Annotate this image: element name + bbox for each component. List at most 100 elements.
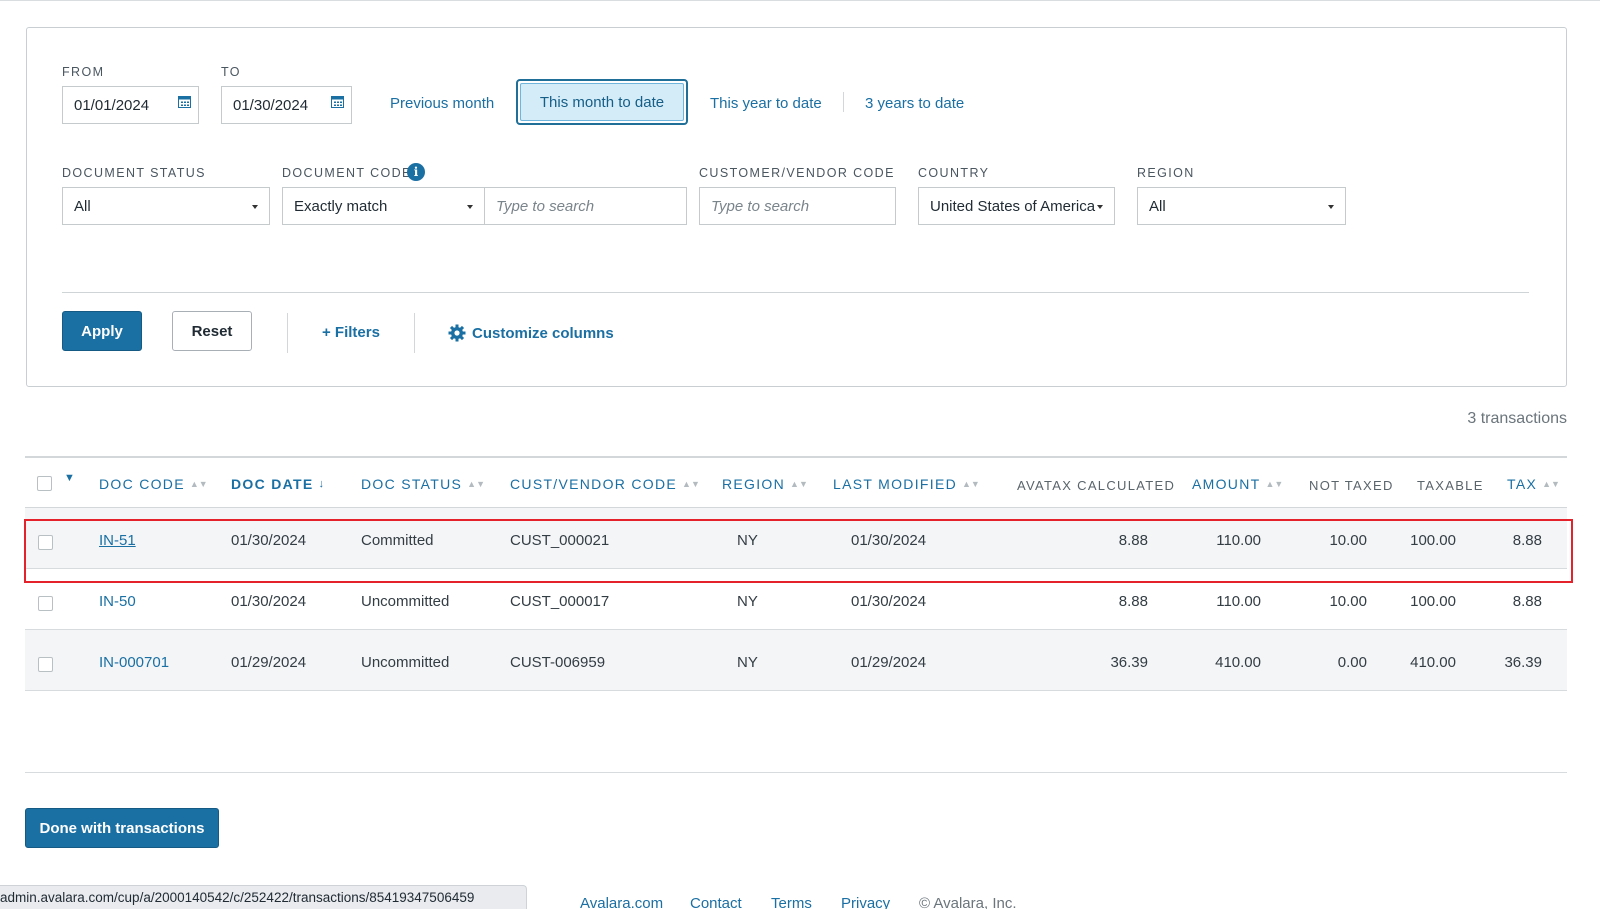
document-code-search-input[interactable] <box>496 197 686 215</box>
table-row[interactable]: IN-000701 01/29/2024 Uncommitted CUST-00… <box>25 630 1567 691</box>
to-label: TO <box>221 65 241 79</box>
sort-icon: ▲▼ <box>962 479 980 489</box>
doc-status-cell: Uncommitted <box>361 593 450 610</box>
footer-link-avalara[interactable]: Avalara.com <box>580 895 663 909</box>
header-doc-date[interactable]: DOC DATE ↓ <box>231 476 324 492</box>
doc-code-link[interactable]: IN-000701 <box>99 654 169 671</box>
country-label: COUNTRY <box>918 166 990 180</box>
footer-copyright: © Avalara, Inc. <box>919 895 1017 909</box>
table-row[interactable]: IN-50 01/30/2024 Uncommitted CUST_000017… <box>25 569 1567 630</box>
last-modified-cell: 01/30/2024 <box>851 532 927 549</box>
sort-icon: ▲▼ <box>189 479 208 489</box>
avatax-cell: 8.88 <box>1118 593 1148 610</box>
quick-range-this-month-label: This month to date <box>520 83 684 121</box>
transactions-table: ▼ DOC CODE ▲▼ DOC DATE ↓ DOC STATUS ▲▼ CUST… <box>25 456 1567 691</box>
doc-status-cell: Committed <box>361 532 434 549</box>
customize-columns-button[interactable]: Customize columns <box>448 324 614 342</box>
amount-cell: 410.00 <box>1215 654 1261 671</box>
avatax-cell: 36.39 <box>1110 654 1148 671</box>
filter-divider <box>62 292 1529 293</box>
quick-range-previous-month[interactable]: Previous month <box>390 95 494 112</box>
bottom-divider <box>25 772 1567 773</box>
gear-icon <box>448 324 466 342</box>
sort-icon: ▲▼ <box>467 479 485 489</box>
amount-cell: 110.00 <box>1216 532 1261 549</box>
footer-link-contact[interactable]: Contact <box>690 895 742 909</box>
customer-vendor-search-input[interactable] <box>711 197 895 215</box>
from-label: FROM <box>62 65 105 79</box>
quick-range-this-month[interactable]: This month to date <box>516 79 688 125</box>
header-cust-vendor[interactable]: CUST/VENDOR CODE ▲▼ <box>510 476 700 492</box>
row-checkbox[interactable] <box>38 657 53 672</box>
avatax-cell: 8.88 <box>1118 532 1148 549</box>
to-date-value: 01/30/2024 <box>233 96 309 114</box>
add-filters-label: + Filters <box>322 324 380 341</box>
row-checkbox[interactable] <box>38 596 53 611</box>
document-code-match-select[interactable]: Exactly match <box>282 187 485 225</box>
action-divider <box>287 313 288 353</box>
region-label: REGION <box>1137 166 1195 180</box>
region-cell: NY <box>737 532 758 549</box>
taxable-cell: 100.00 <box>1410 532 1456 549</box>
region-select[interactable]: All <box>1137 187 1346 225</box>
sort-icon: ▲▼ <box>790 479 808 489</box>
customize-columns-label: Customize columns <box>472 324 614 342</box>
chevron-down-icon[interactable]: ▼ <box>64 472 75 484</box>
doc-date-cell: 01/30/2024 <box>231 593 307 610</box>
header-doc-status[interactable]: DOC STATUS ▲▼ <box>361 476 485 492</box>
tax-cell: 36.39 <box>1504 654 1542 671</box>
cust-vendor-cell: CUST_000017 <box>510 593 610 610</box>
document-status-select[interactable]: All <box>62 187 270 225</box>
doc-code-link[interactable]: IN-51 <box>99 532 136 549</box>
sort-descending-icon: ↓ <box>318 478 324 490</box>
reset-button[interactable]: Reset <box>172 311 252 351</box>
doc-date-cell: 01/30/2024 <box>231 532 307 549</box>
chevron-down-icon <box>1328 205 1334 209</box>
header-doc-code-label: DOC CODE <box>99 476 185 492</box>
doc-code-link[interactable]: IN-50 <box>99 593 136 610</box>
region-value: All <box>1149 197 1166 215</box>
to-date-field[interactable]: 01/30/2024 <box>221 86 352 124</box>
header-last-modified[interactable]: LAST MODIFIED ▲▼ <box>833 476 980 492</box>
apply-button[interactable]: Apply <box>62 311 142 351</box>
header-not-taxed: NOT TAXED <box>1309 478 1394 493</box>
table-row[interactable]: IN-51 01/30/2024 Committed CUST_000021 N… <box>25 508 1567 569</box>
info-icon[interactable]: i <box>407 163 425 181</box>
header-taxable: TAXABLE <box>1417 478 1484 493</box>
calendar-icon[interactable] <box>178 95 191 108</box>
last-modified-cell: 01/29/2024 <box>851 654 927 671</box>
taxable-cell: 410.00 <box>1410 654 1456 671</box>
done-with-transactions-button[interactable]: Done with transactions <box>25 808 219 848</box>
header-region[interactable]: REGION ▲▼ <box>722 476 808 492</box>
footer-link-privacy[interactable]: Privacy <box>841 895 890 909</box>
select-all-checkbox[interactable] <box>37 476 52 491</box>
calendar-icon[interactable] <box>331 95 344 108</box>
footer-link-terms[interactable]: Terms <box>771 895 812 909</box>
table-header: ▼ DOC CODE ▲▼ DOC DATE ↓ DOC STATUS ▲▼ CUST… <box>25 456 1567 508</box>
tax-cell: 8.88 <box>1512 532 1542 549</box>
amount-cell: 110.00 <box>1216 593 1261 610</box>
row-checkbox[interactable] <box>38 535 53 550</box>
document-code-label: DOCUMENT CODE <box>282 166 412 180</box>
quick-range-this-year[interactable]: This year to date <box>710 95 822 112</box>
from-date-field[interactable]: 01/01/2024 <box>62 86 199 124</box>
quick-range-3-years[interactable]: 3 years to date <box>865 95 964 112</box>
customer-vendor-search-field[interactable] <box>699 187 896 225</box>
cust-vendor-cell: CUST_000021 <box>510 532 610 549</box>
sort-icon: ▲▼ <box>1265 479 1284 489</box>
taxable-cell: 100.00 <box>1410 593 1456 610</box>
not-taxed-cell: 0.00 <box>1337 654 1367 671</box>
transaction-count: 3 transactions <box>1467 410 1567 427</box>
sort-icon: ▲▼ <box>1542 479 1560 489</box>
header-doc-date-label: DOC DATE <box>231 476 314 492</box>
header-tax-label: TAX <box>1507 476 1538 492</box>
add-filters-button[interactable]: + Filters <box>322 324 380 341</box>
not-taxed-cell: 10.00 <box>1329 593 1367 610</box>
header-tax[interactable]: TAX ▲▼ <box>1507 476 1560 492</box>
country-select[interactable]: United States of America <box>918 187 1115 225</box>
doc-status-cell: Uncommitted <box>361 654 450 671</box>
header-amount[interactable]: AMOUNT ▲▼ <box>1192 476 1283 492</box>
chevron-down-icon <box>467 205 473 209</box>
header-doc-code[interactable]: DOC CODE ▲▼ <box>99 476 208 492</box>
document-code-search-field[interactable] <box>484 187 687 225</box>
